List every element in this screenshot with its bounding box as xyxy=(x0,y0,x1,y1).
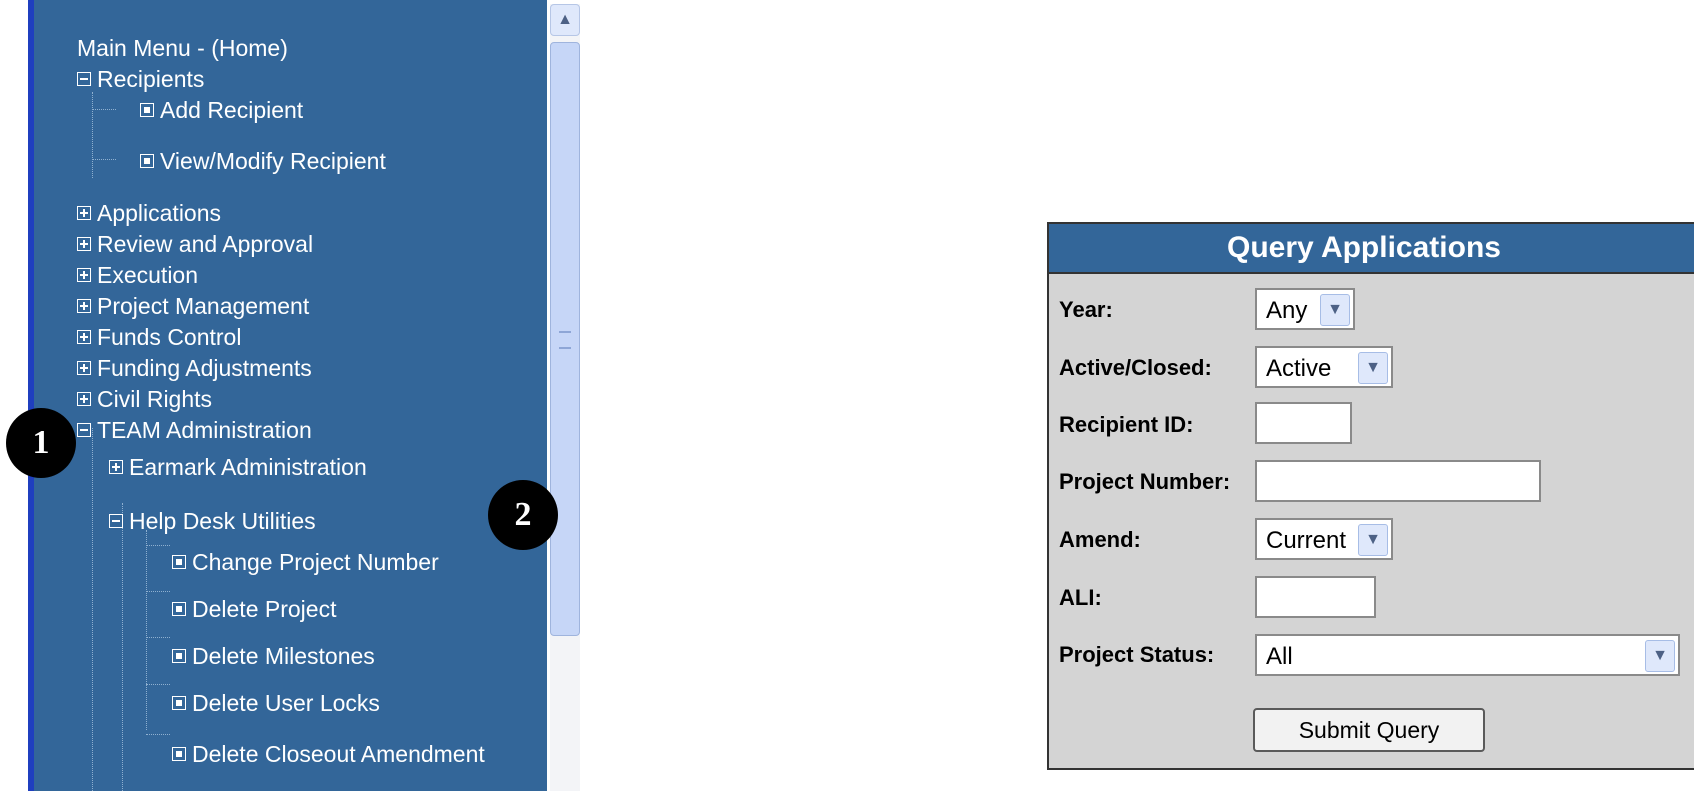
amend-label: Amend: xyxy=(1059,527,1141,552)
nav-label: Review and Approval xyxy=(97,231,314,257)
nav-item-change-project-number[interactable]: Change Project Number xyxy=(172,548,439,576)
nav-item-applications[interactable]: Applications xyxy=(77,199,221,227)
project-status-select[interactable]: All ▼ xyxy=(1255,634,1680,676)
ali-label: ALI: xyxy=(1059,585,1102,610)
nav-label: View/Modify Recipient xyxy=(160,148,386,174)
nav-label: Execution xyxy=(97,262,199,288)
tree-line xyxy=(92,109,116,110)
nav-item-delete-closeout-amendment[interactable]: Delete Closeout Amendment xyxy=(172,740,485,768)
nav-item-add-recipient[interactable]: Add Recipient xyxy=(140,96,303,124)
leaf-node-icon xyxy=(172,601,186,616)
chevron-down-icon[interactable]: ▼ xyxy=(1358,524,1388,556)
year-label: Year: xyxy=(1059,297,1113,322)
leaf-node-icon xyxy=(172,746,186,761)
nav-label: Applications xyxy=(97,200,222,226)
expand-icon[interactable] xyxy=(77,329,91,344)
nav-label: Earmark Administration xyxy=(129,454,367,480)
expand-icon[interactable] xyxy=(77,298,91,313)
query-panel-title: Query Applications xyxy=(1049,224,1694,274)
amend-select[interactable]: Current ▼ xyxy=(1255,518,1393,560)
vertical-scrollbar[interactable]: ▲ xyxy=(550,4,580,791)
project-number-label: Project Number: xyxy=(1059,469,1231,494)
nav-item-delete-user-locks[interactable]: Delete User Locks xyxy=(172,689,380,717)
nav-label: Funding Adjustments xyxy=(97,355,312,381)
project-number-input[interactable] xyxy=(1255,460,1541,502)
nav-label: Change Project Number xyxy=(192,549,439,575)
nav-item-delete-milestones[interactable]: Delete Milestones xyxy=(172,642,375,670)
expand-icon[interactable] xyxy=(77,205,91,220)
tree-line xyxy=(92,92,93,178)
nav-label: Project Management xyxy=(97,293,310,319)
tree-line xyxy=(122,503,123,791)
nav-label: Help Desk Utilities xyxy=(129,508,316,534)
chevron-down-icon[interactable]: ▼ xyxy=(1645,640,1675,672)
nav-item-team-administration[interactable]: TEAM Administration xyxy=(77,416,312,444)
ali-input[interactable] xyxy=(1255,576,1376,618)
nav-item-view-modify-recipient[interactable]: View/Modify Recipient xyxy=(140,147,386,175)
nav-label: Civil Rights xyxy=(97,386,213,412)
collapse-icon[interactable] xyxy=(77,422,91,437)
active-closed-select-value: Active xyxy=(1266,355,1332,382)
expand-icon[interactable] xyxy=(77,236,91,251)
leaf-node-icon xyxy=(172,695,186,710)
active-closed-label: Active/Closed: xyxy=(1059,355,1212,380)
nav-item-funding-adjustments[interactable]: Funding Adjustments xyxy=(77,354,312,382)
callout-marker-1: 1 xyxy=(6,408,76,478)
tree-line xyxy=(146,591,170,592)
nav-item-review-approval[interactable]: Review and Approval xyxy=(77,230,313,258)
recipient-id-label: Recipient ID: xyxy=(1059,412,1194,437)
nav-item-delete-project[interactable]: Delete Project xyxy=(172,595,336,623)
submit-query-button[interactable]: Submit Query xyxy=(1253,708,1485,752)
callout-marker-2: 2 xyxy=(488,480,558,550)
chevron-down-icon[interactable]: ▼ xyxy=(1320,294,1350,326)
expand-icon[interactable] xyxy=(77,360,91,375)
active-closed-select[interactable]: Active ▼ xyxy=(1255,346,1393,388)
scroll-up-arrow-icon[interactable]: ▲ xyxy=(550,4,580,36)
nav-label: Delete Milestones xyxy=(192,643,375,669)
nav-item-execution[interactable]: Execution xyxy=(77,261,198,289)
scroll-thumb[interactable] xyxy=(550,42,580,636)
leaf-node-icon xyxy=(172,648,186,663)
tree-line xyxy=(146,530,147,730)
nav-item-help-desk-utilities[interactable]: Help Desk Utilities xyxy=(109,507,316,535)
nav-item-recipients[interactable]: Recipients xyxy=(77,65,204,93)
nav-label: Delete Closeout Amendment xyxy=(192,741,485,767)
nav-label: Main Menu - (Home) xyxy=(77,35,288,61)
tree-line xyxy=(146,637,170,638)
tree-line xyxy=(92,159,116,160)
project-status-select-value: All xyxy=(1266,643,1293,670)
nav-item-civil-rights[interactable]: Civil Rights xyxy=(77,385,212,413)
chevron-down-icon[interactable]: ▼ xyxy=(1358,352,1388,384)
expand-icon[interactable] xyxy=(77,267,91,282)
nav-label: Recipients xyxy=(97,66,205,92)
nav-item-project-management[interactable]: Project Management xyxy=(77,292,309,320)
leaf-node-icon xyxy=(140,153,154,168)
amend-select-value: Current xyxy=(1266,527,1347,554)
leaf-node-icon xyxy=(172,554,186,569)
collapse-icon[interactable] xyxy=(77,71,91,86)
scroll-grip-icon xyxy=(559,331,571,349)
recipient-id-input[interactable] xyxy=(1255,402,1352,444)
expand-icon[interactable] xyxy=(77,391,91,406)
leaf-node-icon xyxy=(140,102,154,117)
expand-icon[interactable] xyxy=(109,459,123,474)
nav-item-funds-control[interactable]: Funds Control xyxy=(77,323,241,351)
nav-label: Delete User Locks xyxy=(192,690,380,716)
tree-line xyxy=(146,545,170,546)
nav-label: Delete Project xyxy=(192,596,337,622)
project-status-label: Project Status: xyxy=(1059,642,1215,667)
tree-line xyxy=(146,734,170,735)
year-select-value: Any xyxy=(1266,297,1308,324)
collapse-icon[interactable] xyxy=(109,513,123,528)
nav-panel-edge xyxy=(28,0,34,791)
nav-item-earmark-administration[interactable]: Earmark Administration xyxy=(109,453,367,481)
nav-label: Funds Control xyxy=(97,324,242,350)
query-applications-panel: Query Applications Year: Any ▼ Active/Cl… xyxy=(1047,222,1694,770)
nav-main-menu-home[interactable]: Main Menu - (Home) xyxy=(77,34,288,62)
tree-line xyxy=(92,428,93,791)
nav-label: Add Recipient xyxy=(160,97,304,123)
year-select[interactable]: Any ▼ xyxy=(1255,288,1355,330)
tree-line xyxy=(146,684,170,685)
nav-label: TEAM Administration xyxy=(97,417,312,443)
